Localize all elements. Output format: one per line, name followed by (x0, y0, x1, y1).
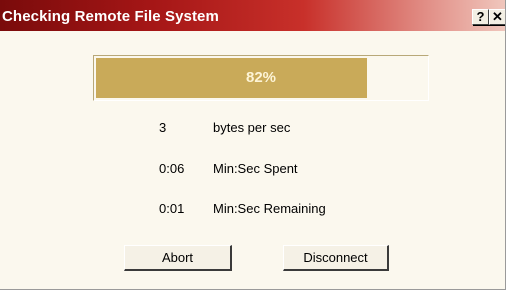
time-spent-value: 0:06 (159, 161, 185, 176)
progress-percent-label: 82% (245, 69, 277, 86)
close-button[interactable]: ✕ (489, 9, 505, 25)
time-remaining-value: 0:01 (159, 201, 185, 216)
help-icon: ? (476, 9, 485, 24)
window-title: Checking Remote File System (2, 8, 219, 25)
transfer-rate-value: 3 (159, 120, 167, 135)
time-spent-label: Min:Sec Spent (213, 161, 298, 176)
abort-button[interactable]: Abort (124, 245, 232, 271)
transfer-rate-label: bytes per sec (213, 120, 291, 135)
dialog-window: Checking Remote File System ? ✕ 82% 3 by… (0, 0, 506, 290)
close-icon: ✕ (492, 9, 503, 24)
title-bar[interactable]: Checking Remote File System ? ✕ (0, 0, 505, 31)
help-button[interactable]: ? (472, 9, 489, 25)
progress-bar: 82% (93, 55, 429, 101)
time-remaining-label: Min:Sec Remaining (213, 201, 326, 216)
disconnect-button[interactable]: Disconnect (283, 245, 389, 271)
